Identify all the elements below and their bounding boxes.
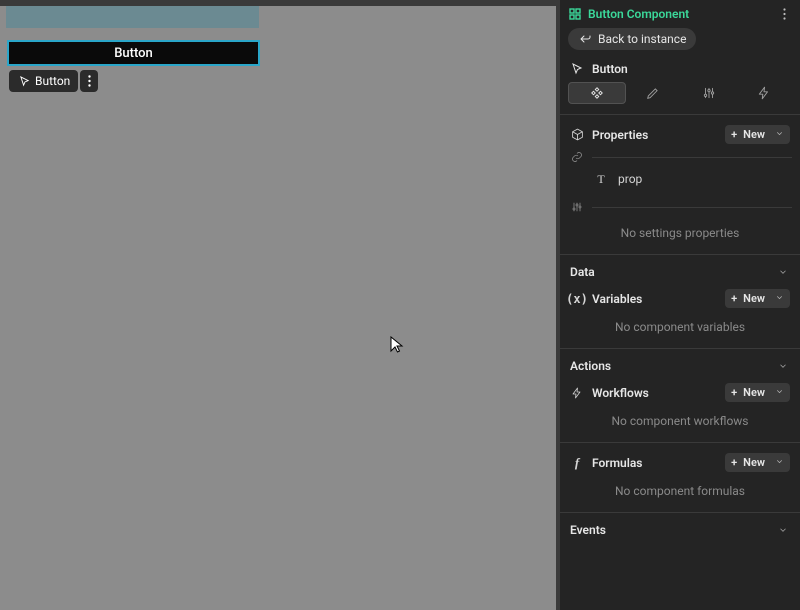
section-variables: (x) Variables + New No component variabl… (560, 287, 800, 348)
selection-chip[interactable]: Button (9, 70, 78, 92)
selection-chip-label: Button (35, 74, 70, 88)
selected-element-row[interactable]: Button (560, 58, 800, 82)
section-events-header[interactable]: Events (568, 521, 792, 539)
cube-icon (570, 128, 584, 142)
section-data: Data (560, 254, 800, 287)
formulas-new-label: New (743, 456, 765, 469)
plus-icon: + (731, 386, 737, 399)
variables-new-button[interactable]: + New (725, 289, 790, 308)
back-to-instance-button[interactable]: Back to instance (568, 28, 696, 50)
canvas-selection-toolbar: Button (9, 70, 98, 92)
section-workflows-header[interactable]: Workflows + New (568, 381, 792, 404)
properties-new-button[interactable]: + New (725, 125, 790, 144)
panel-header: Button Component (560, 0, 800, 24)
back-to-instance-label: Back to instance (598, 32, 686, 46)
section-workflows-title: Workflows (592, 386, 649, 400)
section-data-title: Data (570, 265, 595, 279)
cursor-icon (570, 62, 584, 76)
chevron-down-icon (776, 523, 790, 537)
property-row[interactable]: T prop (568, 166, 792, 190)
inspector-panel: Button Component Back to instance Button (556, 0, 800, 610)
variables-empty: No component variables (568, 310, 792, 338)
canvas[interactable]: Button Button (0, 0, 556, 610)
chevron-down-icon (775, 386, 784, 399)
component-icon (568, 7, 582, 21)
link-icon (570, 150, 584, 164)
selection-more-button[interactable] (80, 70, 98, 92)
section-variables-header[interactable]: (x) Variables + New (568, 287, 792, 310)
preview-placeholder (6, 6, 259, 28)
section-formulas-title: Formulas (592, 456, 642, 470)
section-properties-title: Properties (592, 128, 648, 142)
panel-title: Button Component (568, 7, 689, 21)
section-events: Events (560, 512, 800, 543)
workflows-new-button[interactable]: + New (725, 383, 790, 402)
section-actions-header[interactable]: Actions (568, 357, 792, 375)
chevron-down-icon (776, 359, 790, 373)
panel-title-text: Button Component (588, 7, 689, 21)
settings-properties-empty: No settings properties (568, 216, 792, 244)
variable-icon: (x) (570, 292, 584, 306)
workflows-new-label: New (743, 386, 765, 399)
selected-element-name: Button (592, 62, 628, 76)
workflows-empty: No component workflows (568, 404, 792, 432)
canvas-button-text: Button (114, 46, 153, 61)
plus-icon: + (731, 292, 737, 305)
section-formulas: f Formulas + New No component formulas (560, 442, 800, 512)
section-workflows: Workflows + New No component workflows (560, 381, 800, 442)
section-actions: Actions (560, 348, 800, 381)
formulas-empty: No component formulas (568, 474, 792, 502)
variables-new-label: New (743, 292, 765, 305)
tab-style[interactable] (626, 82, 682, 104)
section-variables-title: Variables (592, 292, 642, 306)
formulas-new-button[interactable]: + New (725, 453, 790, 472)
bolt-icon (570, 386, 584, 400)
sliders-icon (570, 200, 584, 214)
cursor-icon (17, 74, 31, 88)
section-data-header[interactable]: Data (568, 263, 792, 281)
section-properties-header[interactable]: Properties + New (568, 123, 792, 146)
section-properties: Properties + New T prop (560, 114, 800, 254)
inspector-tab-bar (560, 82, 800, 114)
properties-settings-subheader (568, 190, 792, 216)
text-type-icon: T (594, 172, 608, 186)
section-formulas-header[interactable]: f Formulas + New (568, 451, 792, 474)
tab-layout[interactable] (568, 82, 626, 104)
plus-icon: + (731, 456, 737, 469)
chevron-down-icon (775, 292, 784, 305)
chevron-down-icon (776, 265, 790, 279)
back-arrow-icon (578, 32, 592, 46)
panel-more-button[interactable] (776, 6, 792, 22)
section-actions-title: Actions (570, 359, 611, 373)
formula-icon: f (570, 456, 584, 470)
plus-icon: + (731, 128, 737, 141)
chevron-down-icon (775, 128, 784, 141)
properties-new-label: New (743, 128, 765, 141)
properties-attributes-subheader (568, 146, 792, 166)
property-name: prop (618, 172, 642, 186)
tab-settings[interactable] (681, 82, 737, 104)
canvas-button-element[interactable]: Button (9, 42, 258, 64)
section-events-title: Events (570, 523, 606, 537)
tab-interactions[interactable] (737, 82, 793, 104)
mouse-cursor (390, 336, 404, 354)
chevron-down-icon (775, 456, 784, 469)
